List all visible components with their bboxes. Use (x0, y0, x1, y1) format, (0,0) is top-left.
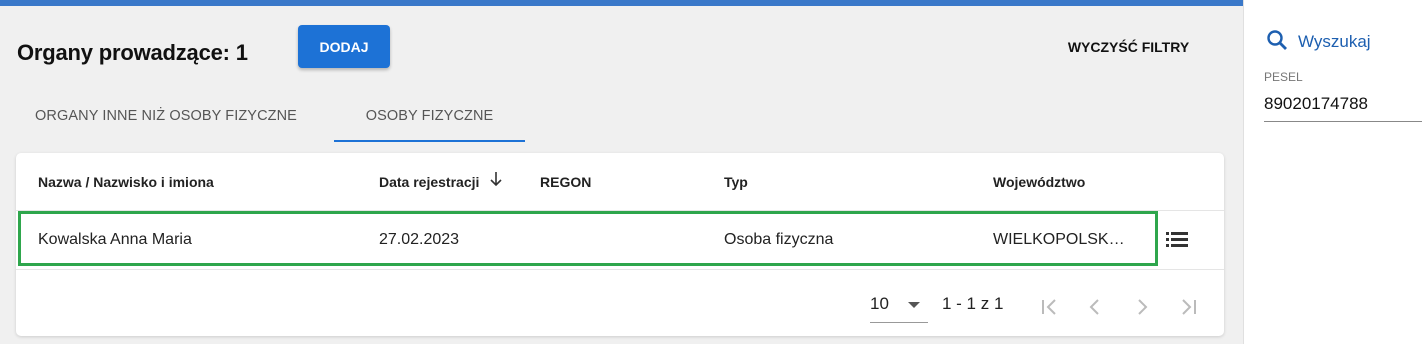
column-header-voivodeship[interactable]: Województwo (993, 153, 1085, 210)
column-header-regon[interactable]: REGON (540, 153, 591, 210)
pesel-label: PESEL (1264, 70, 1303, 84)
search-button[interactable]: Wyszukaj (1266, 28, 1371, 56)
page-size-select[interactable]: 10 (870, 292, 928, 323)
previous-page-icon[interactable] (1080, 292, 1110, 322)
add-button[interactable]: DODAJ (298, 25, 390, 68)
results-table-card: Nazwa / Nazwisko i imiona Data rejestrac… (16, 153, 1224, 336)
search-icon (1266, 29, 1288, 56)
search-label: Wyszukaj (1298, 32, 1371, 51)
clear-filters-button[interactable]: WYCZYŚĆ FILTRY (1047, 34, 1210, 60)
pesel-input[interactable] (1264, 86, 1422, 122)
table-header: Nazwa / Nazwisko i imiona Data rejestrac… (16, 153, 1224, 211)
cell-name: Kowalska Anna Maria (38, 231, 192, 248)
tab-organy-inne[interactable]: ORGANY INNE NIŻ OSOBY FIZYCZNE (14, 92, 318, 140)
tab-osoby-fizyczne[interactable]: OSOBY FIZYCZNE (334, 92, 525, 142)
page-size-value: 10 (870, 294, 889, 313)
page-title: Organy prowadzące: 1 (17, 40, 248, 65)
paginator: 10 1 - 1 z 1 (16, 270, 1224, 336)
list-menu-icon[interactable] (1166, 230, 1188, 248)
main-panel: Organy prowadzące: 1 DODAJ WYCZYŚĆ FILTR… (0, 6, 1243, 344)
tab-bar: ORGANY INNE NIŻ OSOBY FIZYCZNE OSOBY FIZ… (0, 92, 560, 142)
filter-sidebar: Wyszukaj PESEL (1243, 0, 1422, 344)
cell-date: 27.02.2023 (379, 231, 460, 248)
table-row[interactable]: Kowalska Anna Maria 27.02.2023 Osoba fiz… (16, 211, 1224, 270)
first-page-icon[interactable] (1034, 292, 1064, 322)
caret-down-icon (908, 302, 920, 308)
column-header-date[interactable]: Data rejestracji (379, 153, 503, 210)
column-header-type[interactable]: Typ (724, 153, 748, 210)
cell-type: Osoba fizyczna (724, 231, 834, 248)
column-header-name[interactable]: Nazwa / Nazwisko i imiona (38, 153, 214, 210)
next-page-icon[interactable] (1127, 292, 1157, 322)
column-header-date-label: Data rejestracji (379, 173, 480, 190)
page-range-label: 1 - 1 z 1 (942, 294, 1004, 313)
arrow-down-icon[interactable] (489, 171, 503, 192)
cell-voivodeship: WIELKOPOLSK… (993, 231, 1125, 248)
last-page-icon[interactable] (1174, 292, 1204, 322)
